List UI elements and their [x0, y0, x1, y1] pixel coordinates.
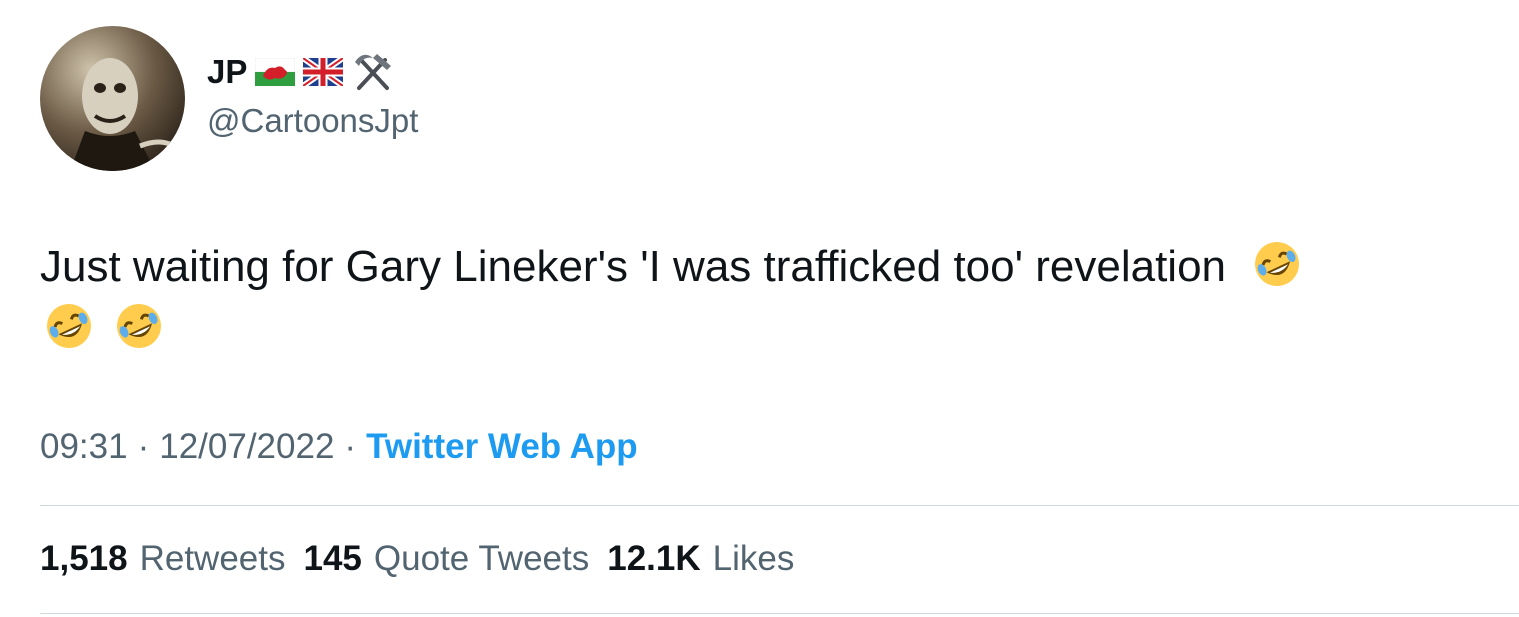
likes-count: 12.1K	[607, 539, 701, 578]
wales-flag-icon	[255, 58, 296, 86]
likes-label: Likes	[712, 539, 795, 578]
divider	[40, 505, 1519, 506]
retweets-stat[interactable]: 1,518 Retweets	[40, 536, 286, 582]
tweet-time[interactable]: 09:31	[40, 424, 128, 470]
author-name-row[interactable]: JP	[207, 52, 395, 92]
quote-tweets-stat[interactable]: 145 Quote Tweets	[304, 536, 590, 582]
quote-tweets-label: Quote Tweets	[373, 539, 590, 578]
author-handle[interactable]: @CartoonsJpt	[207, 100, 418, 142]
tweet-detail: JP @CartoonsJpt Just waiting for Gary Li…	[0, 0, 1519, 617]
display-name[interactable]: JP	[207, 52, 247, 92]
rolling-on-floor-laughing-icon	[114, 301, 164, 351]
meta-separator: ·	[137, 427, 150, 466]
avatar-image	[40, 26, 185, 171]
tweet-text-line-2	[40, 298, 1519, 360]
avatar[interactable]	[40, 26, 185, 171]
retweets-count: 1,518	[40, 539, 128, 578]
divider	[40, 613, 1519, 614]
tweet-meta: 09:31 · 12/07/2022 · Twitter Web App	[40, 424, 638, 470]
meta-separator: ·	[344, 427, 357, 466]
tweet-text-line-1: Just waiting for Gary Lineker's 'I was t…	[40, 236, 1519, 298]
rolling-on-floor-laughing-icon	[44, 301, 94, 351]
rolling-on-floor-laughing-icon	[1252, 239, 1302, 289]
hammer-and-pick-icon	[351, 52, 395, 92]
quote-tweets-count: 145	[303, 539, 362, 578]
retweets-label: Retweets	[139, 539, 286, 578]
tweet-stats: 1,518 Retweets 145 Quote Tweets 12.1K Li…	[40, 536, 794, 582]
likes-stat[interactable]: 12.1K Likes	[607, 536, 794, 582]
uk-flag-icon	[303, 58, 344, 86]
tweet-text-content: Just waiting for Gary Lineker's 'I was t…	[40, 242, 1227, 291]
tweet-text: Just waiting for Gary Lineker's 'I was t…	[40, 236, 1519, 360]
tweet-source-link[interactable]: Twitter Web App	[366, 424, 638, 470]
tweet-date[interactable]: 12/07/2022	[159, 424, 334, 470]
